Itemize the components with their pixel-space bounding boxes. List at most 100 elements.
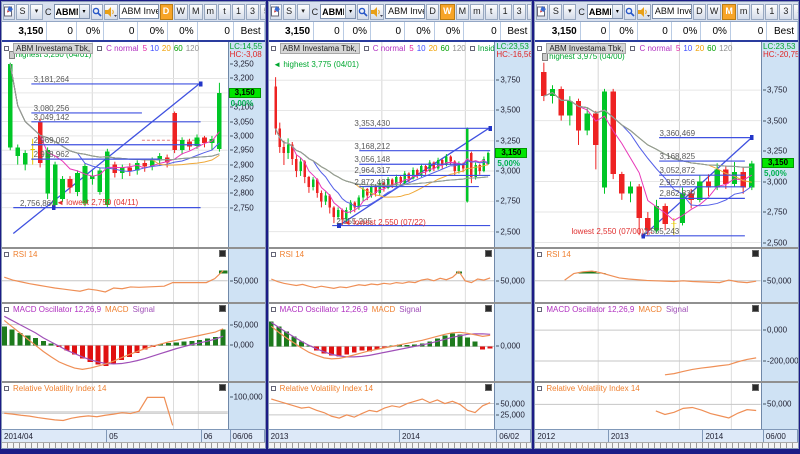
checkbox-icon[interactable] bbox=[537, 252, 543, 257]
interval-button-5[interactable]: 5 bbox=[793, 3, 799, 20]
s-dropdown-icon[interactable]: ▾ bbox=[296, 3, 310, 20]
expand-icon[interactable] bbox=[218, 305, 226, 312]
timeframe-button-m[interactable]: m bbox=[470, 3, 484, 20]
macd-chart[interactable]: MACD Oscillator 12,26,9 MACD Signal bbox=[2, 304, 228, 381]
symbol-dropdown-icon[interactable]: ▾ bbox=[78, 5, 89, 18]
best-button[interactable]: Best bbox=[234, 22, 265, 40]
timeframe-button-W[interactable]: W bbox=[173, 3, 188, 20]
timeframe-button-D[interactable]: D bbox=[692, 3, 706, 20]
checkbox-icon[interactable] bbox=[630, 46, 636, 51]
notes-icon[interactable] bbox=[3, 3, 15, 20]
timeframe-button-m[interactable]: m bbox=[203, 3, 217, 20]
checkbox-icon[interactable] bbox=[270, 46, 276, 51]
checkbox-icon[interactable] bbox=[270, 386, 276, 391]
rsi-chart[interactable]: RSI 14 bbox=[268, 249, 495, 302]
price-axis[interactable]: LC:23,53 HC:-20,75 3,750 3,500 3,250 3,000 2,… bbox=[761, 42, 799, 247]
timeframe-button-M[interactable]: M bbox=[722, 3, 736, 20]
rsi-chart[interactable]: RSI 14 bbox=[2, 249, 228, 302]
main-chart[interactable]: ABM Investama Tbk, C normal 5 10 20 60 120 I… bbox=[268, 42, 495, 247]
expand-icon[interactable] bbox=[752, 305, 760, 312]
symbol-input[interactable] bbox=[587, 5, 612, 18]
checkbox-icon[interactable] bbox=[4, 307, 9, 312]
checkbox-icon[interactable] bbox=[537, 46, 543, 51]
rvi-axis[interactable]: 50,000 bbox=[761, 383, 799, 429]
checkbox-icon[interactable] bbox=[469, 46, 475, 51]
best-button[interactable]: Best bbox=[501, 22, 532, 40]
timeframe-button-m[interactable]: m bbox=[736, 3, 751, 20]
timeframe-button-t[interactable]: t bbox=[751, 3, 765, 20]
checkbox-icon[interactable] bbox=[97, 46, 103, 51]
macd-axis[interactable]: 0,000 bbox=[494, 304, 532, 381]
symbol-dropdown-icon[interactable]: ▾ bbox=[611, 5, 622, 18]
interval-button-1[interactable]: 1 bbox=[765, 3, 779, 20]
best-button[interactable]: Best bbox=[767, 22, 799, 40]
interval-button-3[interactable]: 3 bbox=[779, 3, 793, 20]
rsi-axis[interactable]: 50,000 bbox=[761, 249, 799, 302]
rsi-chart[interactable]: RSI 14 bbox=[535, 249, 762, 302]
rsi-axis[interactable]: 50,000 bbox=[494, 249, 532, 302]
timeframe-button-t[interactable]: t bbox=[218, 3, 231, 20]
rvi-chart[interactable]: Relative Volatility Index 14 bbox=[268, 383, 495, 429]
timeframe-button-M[interactable]: M bbox=[189, 3, 203, 20]
s-button[interactable]: S bbox=[16, 3, 29, 20]
macd-axis[interactable]: 0,000 -200,000 bbox=[761, 304, 799, 381]
checkbox-icon[interactable] bbox=[4, 252, 9, 257]
rvi-axis[interactable]: 50,000 25,000 bbox=[494, 383, 532, 429]
rvi-chart[interactable]: Relative Volatility Index 14 bbox=[2, 383, 228, 429]
expand-icon[interactable] bbox=[218, 384, 226, 391]
interval-button-5[interactable]: 5 bbox=[260, 3, 265, 20]
interval-button-1[interactable]: 1 bbox=[498, 3, 512, 20]
expand-icon[interactable] bbox=[485, 250, 493, 257]
rvi-chart[interactable]: Relative Volatility Index 14 bbox=[535, 383, 762, 429]
expand-icon[interactable] bbox=[752, 250, 760, 257]
interval-button-5[interactable]: 5 bbox=[526, 3, 532, 20]
checkbox-icon[interactable] bbox=[4, 46, 9, 51]
expand-icon[interactable] bbox=[218, 250, 226, 257]
main-chart[interactable]: ABM Investama Tbk, C normal 5 10 20 60 120 3… bbox=[535, 42, 762, 247]
speaker-icon[interactable] bbox=[370, 3, 385, 20]
search-icon[interactable] bbox=[90, 3, 103, 20]
timeframe-button-W[interactable]: W bbox=[440, 3, 455, 20]
speaker-icon[interactable] bbox=[103, 3, 118, 20]
checkbox-icon[interactable] bbox=[363, 46, 369, 51]
search-icon[interactable] bbox=[357, 3, 370, 20]
expand-icon[interactable] bbox=[485, 305, 493, 312]
timeframe-button-D[interactable]: D bbox=[426, 3, 440, 20]
symbol-input[interactable] bbox=[54, 5, 79, 18]
interval-button-3[interactable]: 3 bbox=[246, 3, 259, 20]
s-dropdown-icon[interactable]: ▾ bbox=[30, 3, 43, 20]
expand-icon[interactable] bbox=[752, 384, 760, 391]
timeframe-button-M[interactable]: M bbox=[455, 3, 470, 20]
price-axis[interactable]: LC:23,53 HC:-16,56 3,750 3,500 3,250 3,000 2,… bbox=[494, 42, 532, 247]
interval-button-1[interactable]: 1 bbox=[232, 3, 245, 20]
s-dropdown-icon[interactable]: ▾ bbox=[563, 3, 577, 20]
speaker-icon[interactable] bbox=[636, 3, 651, 20]
checkbox-icon[interactable] bbox=[537, 386, 543, 391]
expand-icon[interactable] bbox=[485, 384, 493, 391]
symbol-input[interactable] bbox=[321, 5, 346, 18]
axis-tick-label: 50,000 bbox=[763, 276, 791, 285]
rvi-axis[interactable]: 100,000 bbox=[227, 383, 265, 429]
main-chart[interactable]: ABM Investama Tbk, C normal 5 10 20 60 120 3… bbox=[2, 42, 228, 247]
notes-icon[interactable] bbox=[536, 3, 549, 20]
timeframe-button-D[interactable]: D bbox=[159, 3, 173, 20]
rsi-axis[interactable]: 50,000 bbox=[227, 249, 265, 302]
toolbar: S ▾ C ▾ ABM Investama DWMmt 135 bbox=[535, 2, 799, 22]
symbol-dropdown-icon[interactable]: ▾ bbox=[345, 5, 356, 18]
price-axis[interactable]: LC:14,55 HC:-3,08 3,250 3,200 3,100 3,050 3,0… bbox=[227, 42, 265, 247]
checkbox-icon[interactable] bbox=[4, 386, 9, 391]
s-button[interactable]: S bbox=[549, 3, 563, 20]
macd-axis[interactable]: 50,000 0,000 bbox=[227, 304, 265, 381]
checkbox-icon[interactable] bbox=[270, 252, 276, 257]
macd-chart[interactable]: MACD Oscillator 12,26,9 MACD Signal bbox=[268, 304, 495, 381]
interval-button-3[interactable]: 3 bbox=[512, 3, 526, 20]
notes-icon[interactable] bbox=[269, 3, 282, 20]
study-period: 20 bbox=[161, 44, 171, 53]
checkbox-icon[interactable] bbox=[270, 307, 276, 312]
macd-chart[interactable]: MACD Oscillator 12,26,9 MACD Signal bbox=[535, 304, 762, 381]
checkbox-icon[interactable] bbox=[537, 307, 543, 312]
timeframe-button-W[interactable]: W bbox=[706, 3, 722, 20]
search-icon[interactable] bbox=[623, 3, 636, 20]
timeframe-button-t[interactable]: t bbox=[484, 3, 498, 20]
s-button[interactable]: S bbox=[282, 3, 296, 20]
